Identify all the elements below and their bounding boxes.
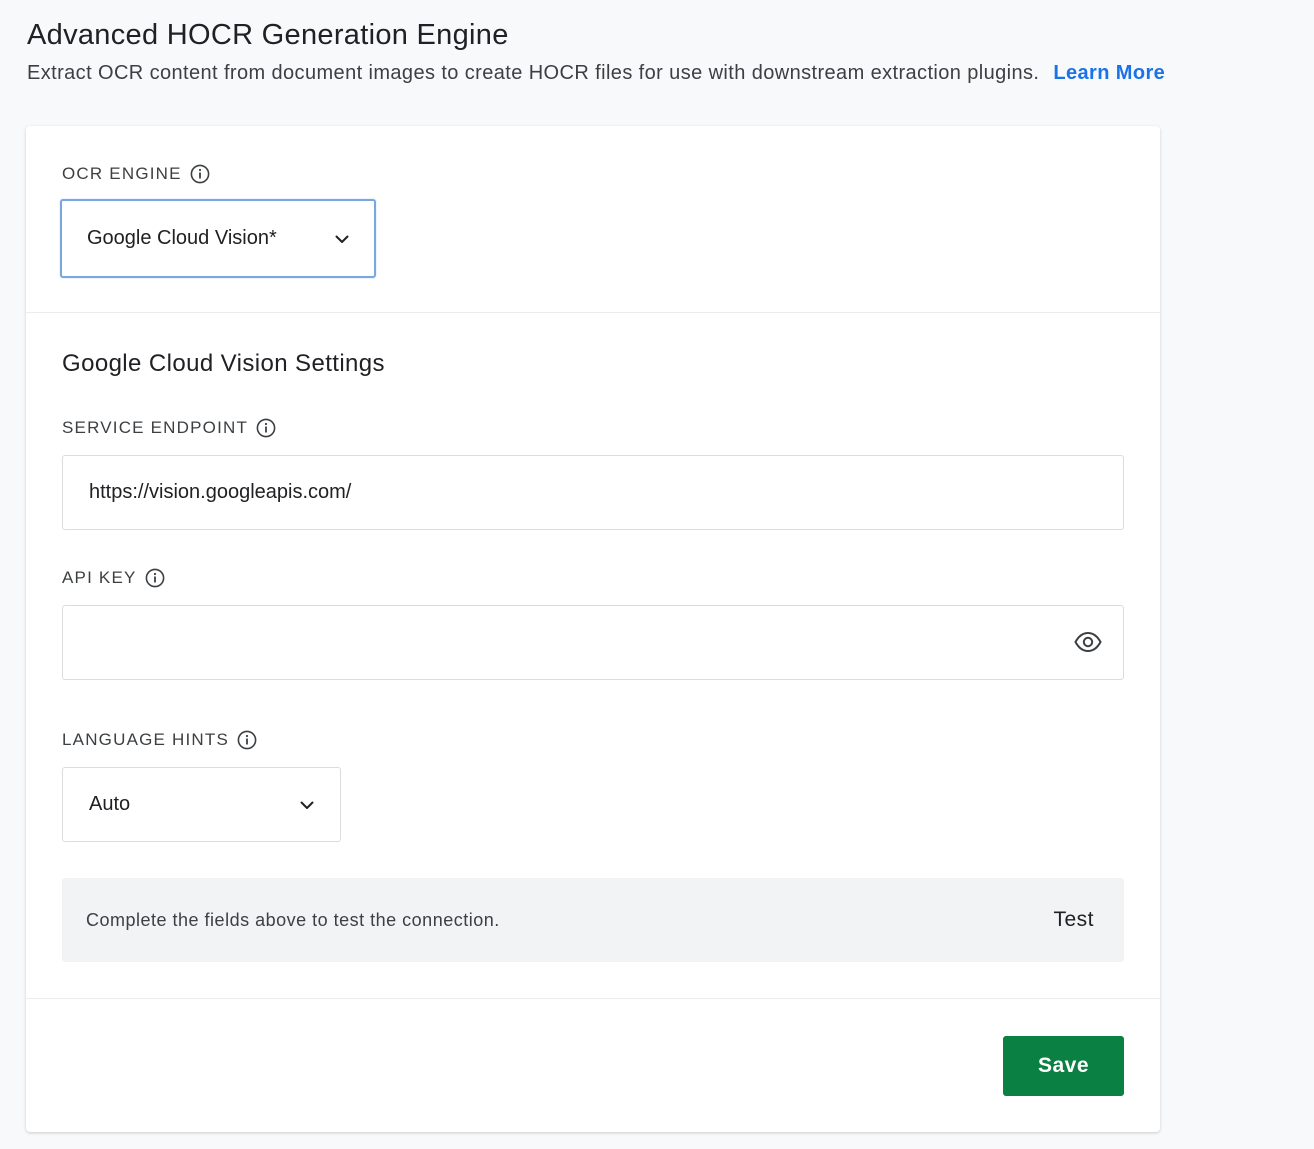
api-key-input[interactable] bbox=[89, 631, 1097, 654]
page-title: Advanced HOCR Generation Engine bbox=[27, 19, 509, 51]
language-hints-label-text: LANGUAGE HINTS bbox=[62, 730, 229, 749]
footer-divider bbox=[26, 998, 1160, 999]
ocr-engine-select[interactable]: Google Cloud Vision* bbox=[60, 199, 376, 278]
api-key-field[interactable] bbox=[62, 605, 1124, 680]
ocr-engine-label-text: OCR ENGINE bbox=[62, 164, 182, 183]
service-endpoint-field[interactable] bbox=[62, 455, 1124, 530]
service-endpoint-label-text: SERVICE ENDPOINT bbox=[62, 418, 249, 437]
info-icon[interactable] bbox=[145, 568, 165, 588]
api-key-label: API KEY bbox=[62, 568, 165, 588]
page-header: Advanced HOCR Generation Engine Extract … bbox=[27, 16, 1297, 87]
description-text: Extract OCR content from document images… bbox=[27, 62, 1040, 84]
test-connection-panel: Complete the fields above to test the co… bbox=[62, 878, 1124, 962]
service-endpoint-label: SERVICE ENDPOINT bbox=[62, 418, 276, 438]
ocr-engine-label: OCR ENGINE bbox=[62, 164, 210, 184]
test-connection-message: Complete the fields above to test the co… bbox=[86, 909, 500, 930]
ocr-engine-selected: Google Cloud Vision* bbox=[87, 227, 277, 249]
language-hints-select[interactable]: Auto bbox=[62, 767, 341, 842]
test-button[interactable]: Test bbox=[1053, 908, 1094, 932]
settings-card: OCR ENGINE Google Cloud Vision* Google C… bbox=[26, 126, 1160, 1132]
page-description: Extract OCR content from document images… bbox=[27, 59, 1297, 87]
service-endpoint-input[interactable] bbox=[89, 481, 1097, 504]
chevron-down-icon bbox=[333, 230, 351, 248]
eye-icon[interactable] bbox=[1073, 629, 1103, 655]
chevron-down-icon bbox=[298, 796, 316, 814]
save-button[interactable]: Save bbox=[1003, 1036, 1124, 1096]
learn-more-link[interactable]: Learn More bbox=[1053, 62, 1165, 84]
info-icon[interactable] bbox=[237, 730, 257, 750]
language-hints-selected: Auto bbox=[89, 793, 131, 815]
info-icon[interactable] bbox=[190, 164, 210, 184]
api-key-label-text: API KEY bbox=[62, 568, 137, 587]
info-icon[interactable] bbox=[256, 418, 276, 438]
settings-title: Google Cloud Vision Settings bbox=[62, 350, 385, 377]
language-hints-label: LANGUAGE HINTS bbox=[62, 730, 257, 750]
engine-section: OCR ENGINE Google Cloud Vision* bbox=[26, 126, 1160, 313]
